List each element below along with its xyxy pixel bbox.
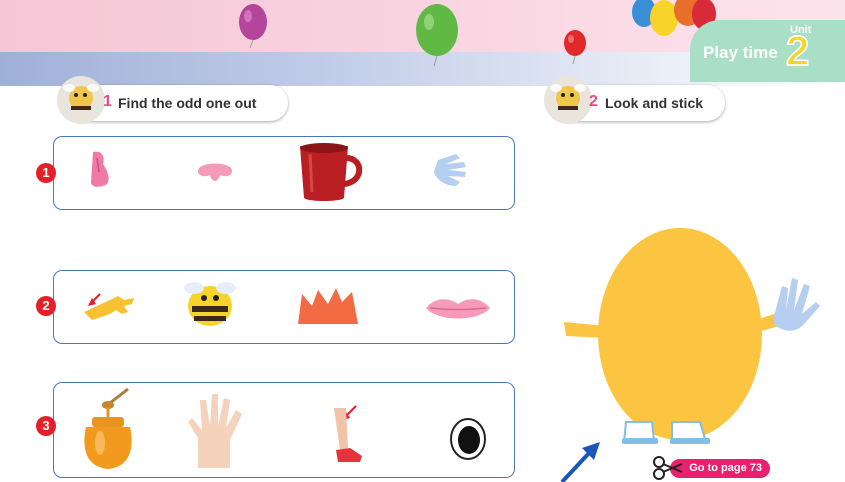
play-time-title: Play time (703, 43, 778, 62)
scissors-icon (653, 456, 683, 480)
lips-icon[interactable] (424, 294, 492, 324)
nose-icon[interactable] (194, 157, 236, 189)
balloon-icon (564, 30, 586, 65)
cup-icon[interactable] (296, 140, 368, 204)
leg-icon[interactable] (326, 398, 372, 468)
section2-number: 2 (589, 93, 598, 110)
honey-jar-icon[interactable] (80, 385, 136, 475)
balloon-icon (416, 4, 458, 67)
row-number-3: 3 (36, 416, 56, 436)
section1-title: Find the odd one out (118, 95, 257, 111)
eye-icon[interactable] (448, 417, 488, 461)
bee-mascot-icon (544, 76, 592, 124)
bee-mascot-icon (57, 76, 105, 124)
hair-icon[interactable] (296, 286, 360, 326)
section2-title: Look and stick (605, 95, 704, 111)
egg-character (564, 228, 820, 444)
go-to-page-button[interactable]: Go to page 73 (670, 459, 770, 478)
arrow-icon (560, 442, 600, 482)
bee-icon[interactable] (180, 276, 240, 330)
balloon-icon (239, 4, 267, 49)
unit-number: 2 (785, 27, 810, 74)
nose-side-icon[interactable] (85, 148, 113, 190)
row-number-2: 2 (36, 296, 56, 316)
hand-icon[interactable] (430, 150, 470, 190)
row-number-1: 1 (36, 163, 56, 183)
hand-icon[interactable] (184, 388, 248, 470)
arm-icon[interactable] (80, 280, 136, 326)
section1-number: 1 (103, 93, 112, 110)
